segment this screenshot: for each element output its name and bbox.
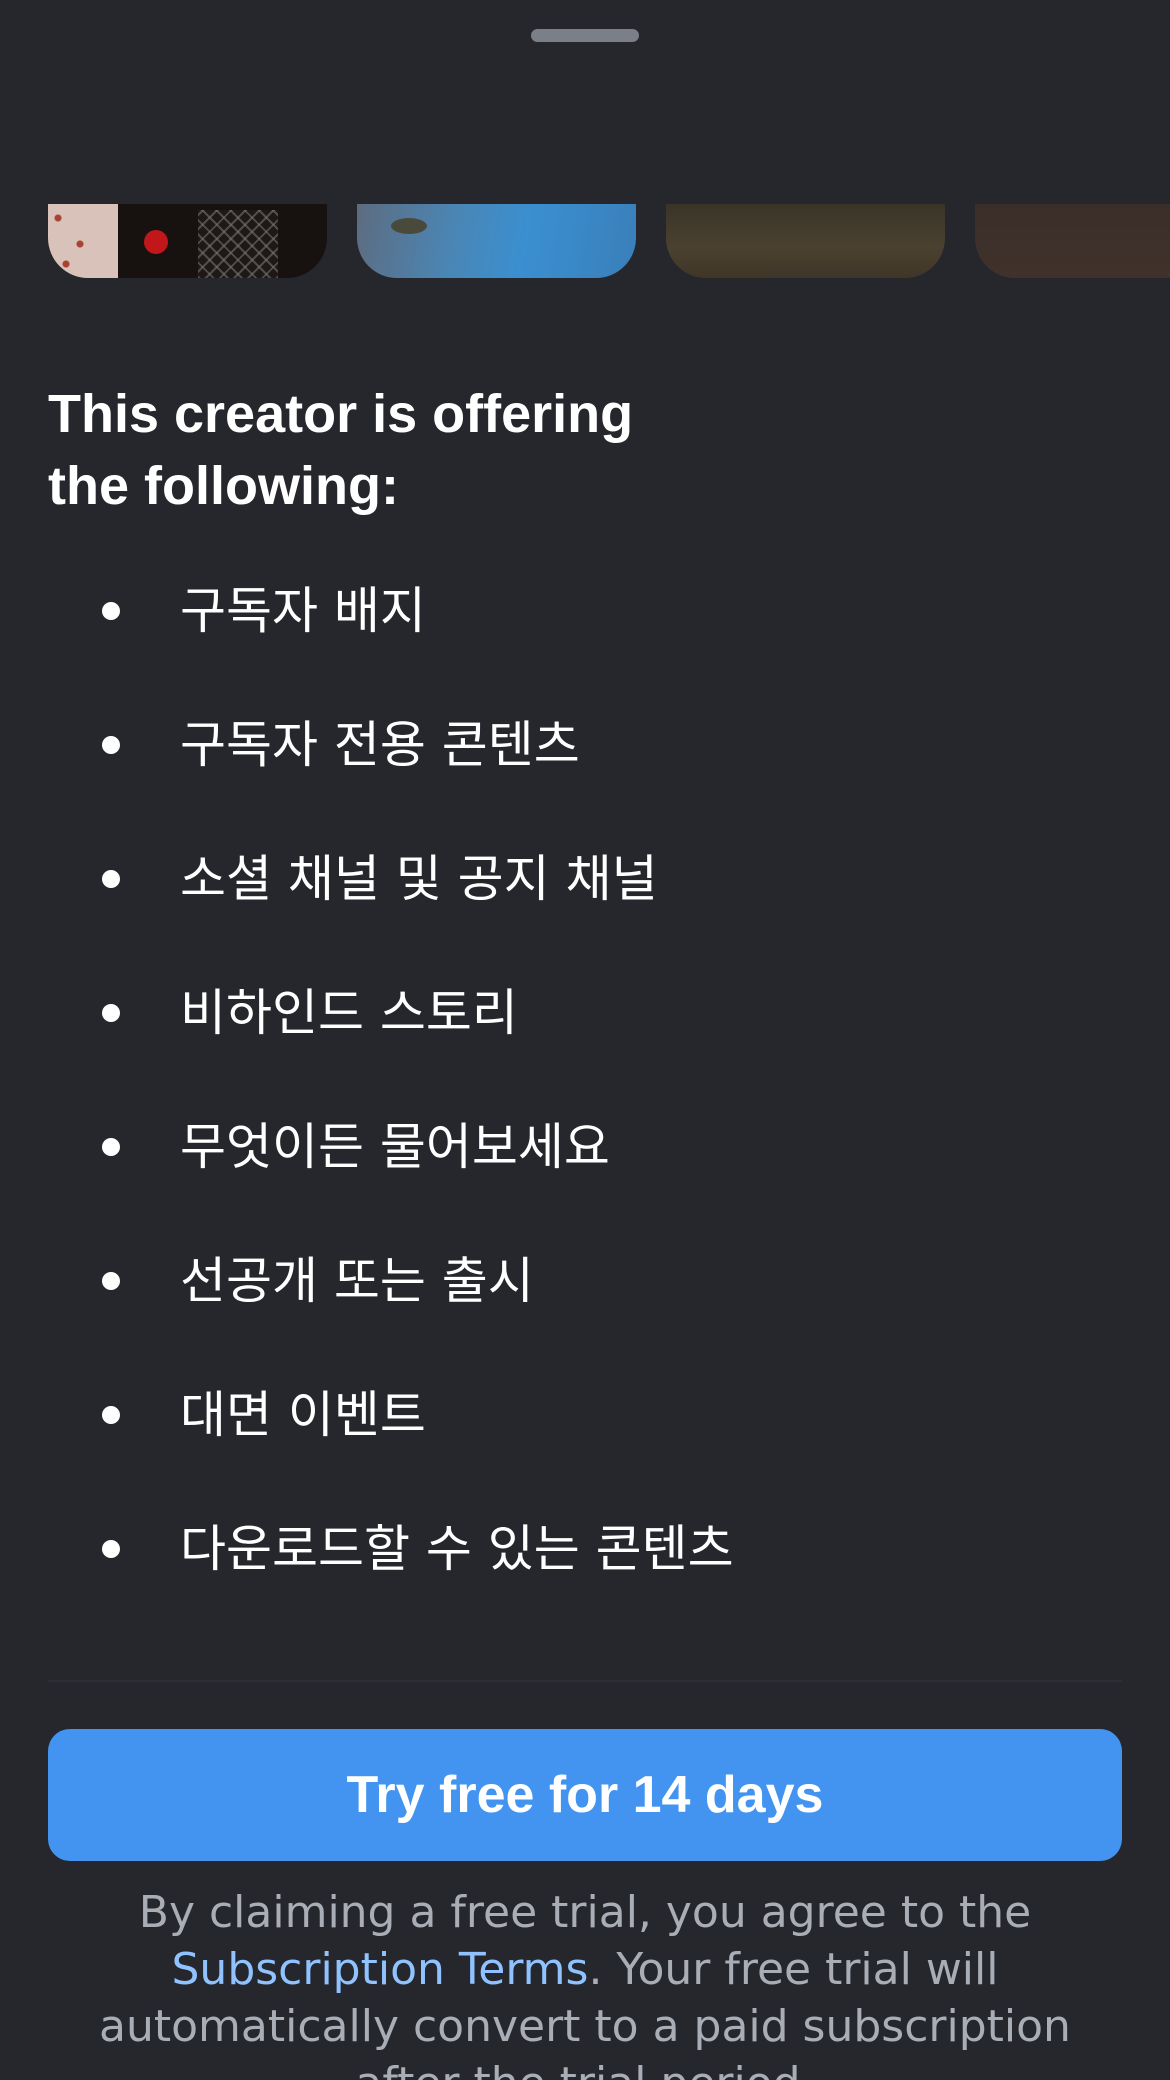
disclaimer-prefix: By claiming a free trial, you agree to t… <box>138 1887 1032 1938</box>
try-free-button[interactable]: Try free for 14 days <box>48 1729 1122 1861</box>
trial-disclaimer: By claiming a free trial, you agree to t… <box>60 1884 1110 2080</box>
thumbnail-berry <box>144 230 168 254</box>
sheet-grabber-handle[interactable] <box>531 29 639 42</box>
bullet-icon <box>102 1406 120 1424</box>
benefit-label: 대면 이벤트 <box>180 1386 426 1444</box>
benefit-label: 구독자 전용 콘텐츠 <box>180 716 580 774</box>
bullet-icon <box>102 1272 120 1290</box>
benefit-list: 구독자 배지 구독자 전용 콘텐츠 소셜 채널 및 공지 채널 비하인드 스토리… <box>0 578 1170 1650</box>
thumbnail-object <box>391 218 427 234</box>
preview-thumbnail-4[interactable] <box>975 204 1170 278</box>
thumbnail-mesh <box>198 210 278 278</box>
bullet-icon <box>102 870 120 888</box>
offer-heading-line2: the following: <box>48 456 399 516</box>
benefit-label: 구독자 배지 <box>180 582 426 640</box>
thumbnail-fabric <box>48 204 118 278</box>
benefit-item: 무엇이든 물어보세요 <box>0 1114 1170 1248</box>
benefit-item: 선공개 또는 출시 <box>0 1248 1170 1382</box>
preview-thumbnail-1[interactable] <box>48 204 327 278</box>
bullet-icon <box>102 1138 120 1156</box>
preview-thumbnail-2[interactable] <box>357 204 636 278</box>
bullet-icon <box>102 602 120 620</box>
benefit-item: 구독자 전용 콘텐츠 <box>0 712 1170 846</box>
offer-heading-line1: This creator is offering <box>48 384 634 444</box>
benefit-item: 다운로드할 수 있는 콘텐츠 <box>0 1516 1170 1650</box>
benefit-label: 소셜 채널 및 공지 채널 <box>180 850 658 908</box>
benefit-item: 소셜 채널 및 공지 채널 <box>0 846 1170 980</box>
benefit-label: 비하인드 스토리 <box>180 984 518 1042</box>
benefit-label: 무엇이든 물어보세요 <box>180 1118 610 1176</box>
bullet-icon <box>102 1004 120 1022</box>
bullet-icon <box>102 736 120 754</box>
benefit-item: 대면 이벤트 <box>0 1382 1170 1516</box>
benefit-label: 다운로드할 수 있는 콘텐츠 <box>180 1520 734 1578</box>
divider <box>48 1680 1122 1682</box>
benefit-item: 비하인드 스토리 <box>0 980 1170 1114</box>
subscription-sheet: This creator is offering the following: 구… <box>0 0 1170 2080</box>
benefit-item: 구독자 배지 <box>0 578 1170 712</box>
benefit-label: 선공개 또는 출시 <box>180 1252 534 1310</box>
subscription-terms-link[interactable]: Subscription Terms <box>172 1944 589 1995</box>
offer-heading: This creator is offering the following: <box>48 378 808 522</box>
bullet-icon <box>102 1540 120 1558</box>
preview-thumbnail-strip[interactable] <box>0 204 1170 280</box>
preview-thumbnail-3[interactable] <box>666 204 945 278</box>
